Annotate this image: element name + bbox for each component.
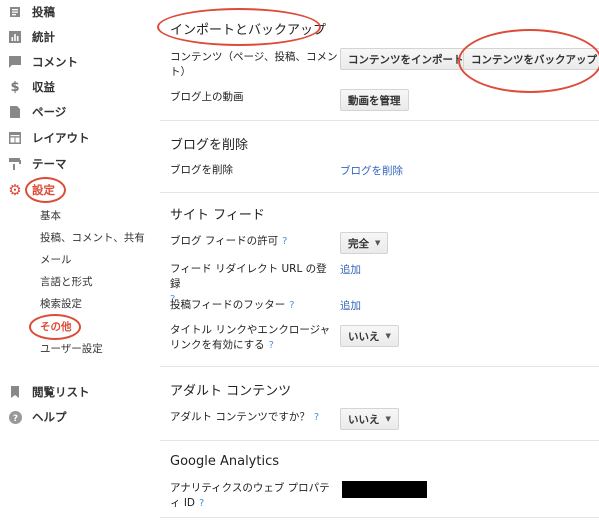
sidebar-item-label: 設定 [32,183,55,197]
adult-content-dropdown[interactable]: いいえ ▼ [340,408,399,430]
sidebar-item-label: テーマ [32,157,67,171]
sidebar: 投稿 統計 コメント $ 収益 ページ レイアウト テーマ ⚙ 設定 基本 投稿… [0,0,150,521]
title-links-label: タイトル リンクやエンクロージャ リンクを有効にする? [170,323,340,353]
settings-subitem-user-settings[interactable]: ユーザー設定 [40,340,103,356]
analytics-property-id-input[interactable] [342,481,427,498]
allow-feed-label: ブログ フィードの許可? [170,234,332,249]
delete-blog-link[interactable]: ブログを削除 [340,163,403,178]
manage-videos-button[interactable]: 動画を管理 [340,89,409,111]
analytics-property-id-label: アナリティクスのウェブ プロパティ ID? [170,481,335,511]
sidebar-item-theme[interactable]: テーマ [8,154,67,174]
caret-down-icon: ▼ [385,332,391,340]
divider [160,517,599,518]
delete-blog-label: ブログを削除 [170,164,233,176]
google-analytics-title: Google Analytics [170,454,280,469]
post-feed-footer-label-text: 投稿フィードのフッター [170,299,286,311]
divider [160,192,599,193]
sidebar-item-help[interactable]: ? ヘルプ [8,407,67,427]
analytics-property-id-label-text: アナリティクスのウェブ プロパティ ID [170,482,330,509]
svg-text:?: ? [12,414,17,424]
layout-icon [8,131,22,145]
help-icon[interactable]: ? [282,236,287,247]
sidebar-item-label: ヘルプ [32,410,67,424]
feed-redirect-label-text: フィード リダイレクト URL の登録 [170,263,327,290]
help-icon[interactable]: ? [269,340,274,351]
theme-icon [8,157,22,171]
sidebar-item-label: 投稿 [32,5,55,19]
title-links-value: いいえ [348,330,380,343]
post-feed-footer-add-link[interactable]: 追加 [340,298,361,313]
help-icon[interactable]: ? [199,498,204,509]
sidebar-item-label: 統計 [32,30,55,44]
feed-redirect-add-link[interactable]: 追加 [340,262,361,277]
title-links-dropdown[interactable]: いいえ ▼ [340,325,399,347]
divider [160,440,599,441]
settings-subitem-posts-comments-sharing[interactable]: 投稿、コメント、共有 [40,229,145,245]
sidebar-item-settings[interactable]: ⚙ 設定 [8,180,55,200]
video-label: ブログ上の動画 [170,91,244,103]
caret-down-icon: ▼ [375,239,381,247]
allow-feed-value: 完全 [348,237,369,250]
comment-icon [8,55,22,69]
settings-subitem-other[interactable]: その他 [40,318,72,334]
allow-feed-label-text: ブログ フィードの許可 [170,235,279,247]
sidebar-item-pages[interactable]: ページ [8,102,66,122]
caret-down-icon: ▼ [385,415,391,423]
sidebar-item-label: ページ [32,105,67,119]
post-feed-footer-label: 投稿フィードのフッター? [170,298,332,313]
sidebar-item-reading-list[interactable]: 閲覧リスト [8,382,90,402]
settings-subitem-email[interactable]: メール [40,251,72,267]
import-content-button[interactable]: コンテンツをインポート [340,48,472,70]
settings-subitem-search-preferences[interactable]: 検索設定 [40,295,82,311]
stats-icon [8,30,22,44]
sidebar-item-label: レイアウト [32,131,90,145]
adult-content-title: アダルト コンテンツ [170,384,292,399]
adult-content-label: アダルト コンテンツですか？? [170,410,345,425]
settings-subitem-basic[interactable]: 基本 [40,207,61,223]
delete-blog-title: ブログを削除 [170,138,249,153]
allow-feed-dropdown[interactable]: 完全 ▼ [340,232,389,254]
help-icon[interactable]: ? [289,300,294,311]
import-backup-title: インポートとバックアップ [170,23,327,38]
sidebar-item-label: 収益 [32,80,55,94]
sidebar-item-label: 閲覧リスト [32,385,90,399]
sidebar-item-layout[interactable]: レイアウト [8,128,90,148]
sidebar-item-posts[interactable]: 投稿 [8,2,55,22]
sidebar-item-earnings[interactable]: $ 収益 [8,77,55,97]
help-icon[interactable]: ? [314,412,319,423]
settings-main: インポートとバックアップ コンテンツ（ページ、投稿、コメント） コンテンツをイン… [150,0,599,521]
site-feed-title: サイト フィード [170,208,265,223]
divider [160,366,599,367]
gear-icon: ⚙ [8,181,22,199]
adult-content-value: いいえ [348,413,380,426]
dollar-icon: $ [10,79,20,95]
title-links-label-text: タイトル リンクやエンクロージャ リンクを有効にする [170,324,331,351]
adult-content-label-text: アダルト コンテンツですか？ [170,411,310,423]
sidebar-item-comments[interactable]: コメント [8,52,78,72]
content-label: コンテンツ（ページ、投稿、コメント） [170,51,338,78]
sidebar-item-label: コメント [32,55,78,69]
sidebar-item-stats[interactable]: 統計 [8,27,55,47]
help-icon: ? [8,410,22,424]
divider [160,120,599,121]
backup-content-button[interactable]: コンテンツをバックアップ [463,48,599,70]
posts-icon [8,5,22,19]
settings-subitem-language-formatting[interactable]: 言語と形式 [40,273,93,289]
page-icon [8,105,22,119]
bookmark-icon [8,385,22,399]
